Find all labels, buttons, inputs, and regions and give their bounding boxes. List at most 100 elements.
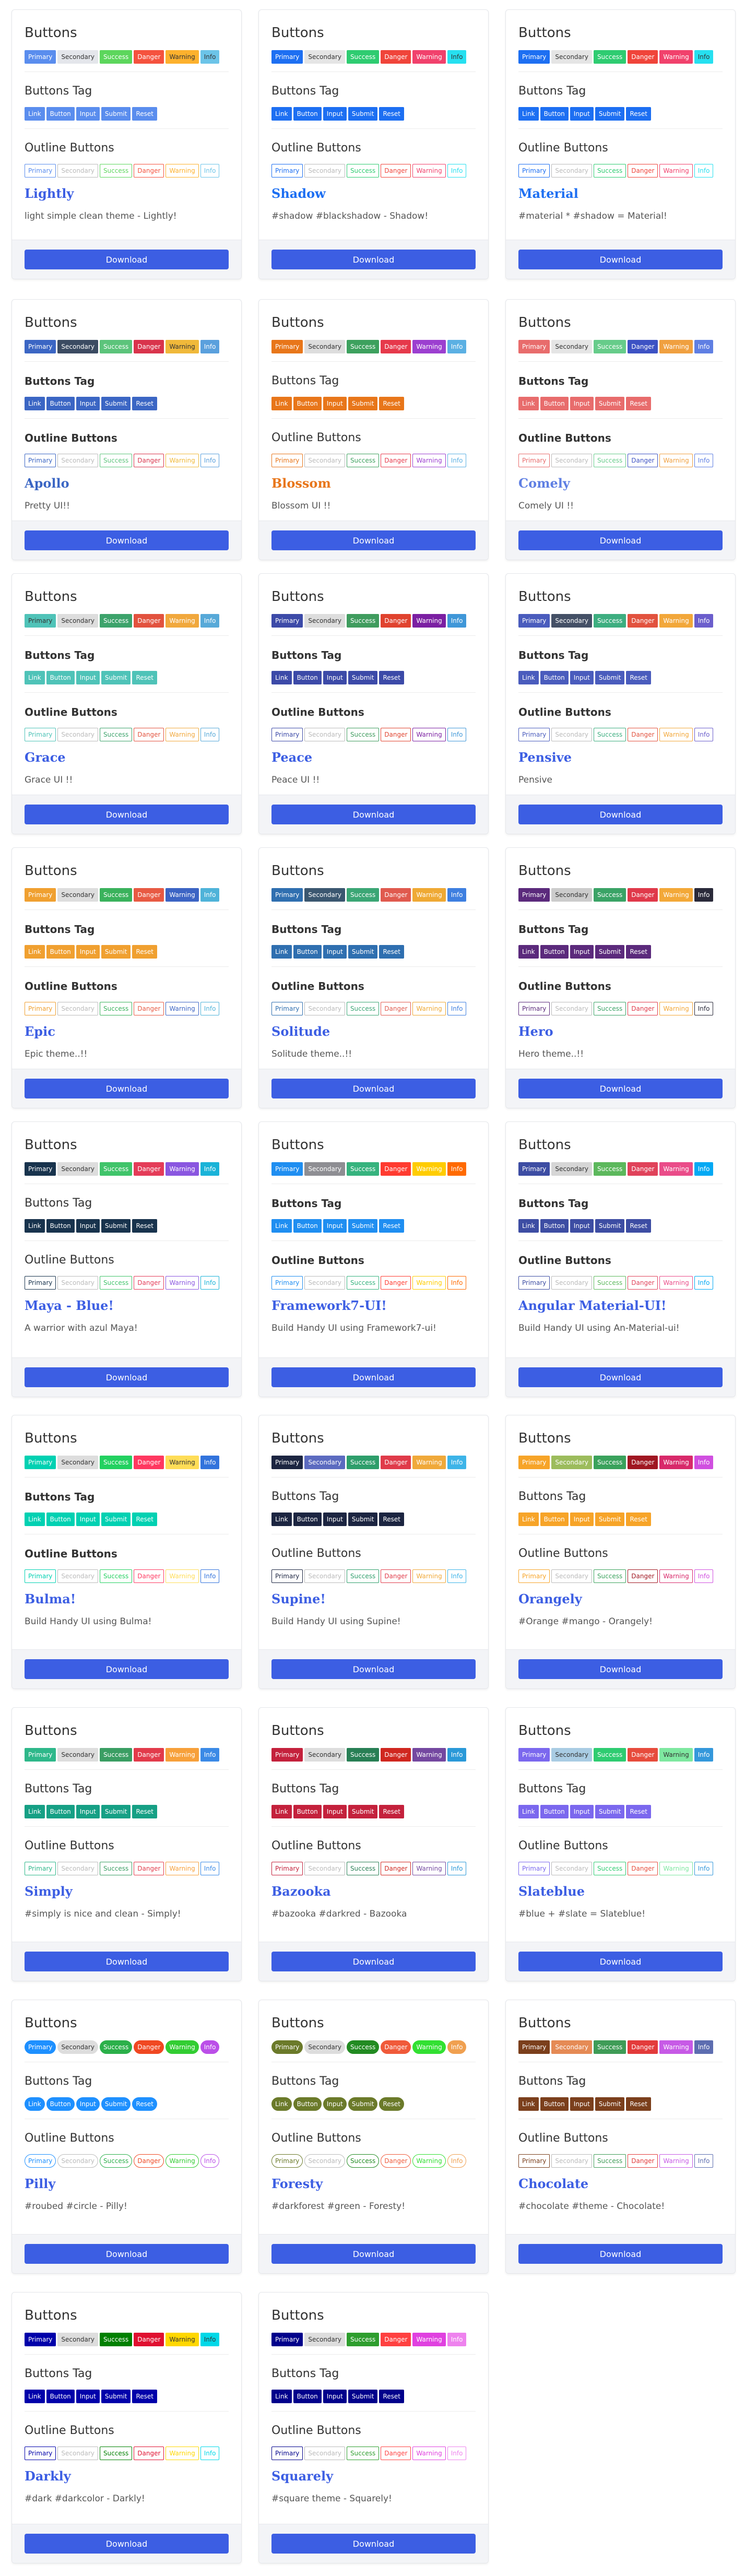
solid-primary-button[interactable]: Primary bbox=[518, 340, 550, 353]
outline-danger-button[interactable]: Danger bbox=[628, 2154, 658, 2168]
tag-link-button[interactable]: Link bbox=[25, 1512, 45, 1526]
solid-secondary-button[interactable]: Secondary bbox=[551, 2040, 592, 2054]
solid-secondary-button[interactable]: Secondary bbox=[551, 340, 592, 353]
download-button[interactable]: Download bbox=[25, 1952, 229, 1971]
outline-danger-button[interactable]: Danger bbox=[628, 1276, 658, 1290]
outline-warning-button[interactable]: Warning bbox=[659, 454, 693, 467]
download-button[interactable]: Download bbox=[518, 530, 723, 550]
solid-info-button[interactable]: Info bbox=[447, 2333, 467, 2346]
outline-info-button[interactable]: Info bbox=[200, 1002, 220, 1015]
outline-secondary-button[interactable]: Secondary bbox=[551, 1002, 592, 1015]
tag-submit-button[interactable]: Submit bbox=[595, 1512, 625, 1526]
solid-info-button[interactable]: Info bbox=[694, 614, 714, 628]
outline-info-button[interactable]: Info bbox=[694, 454, 714, 467]
tag-submit-button[interactable]: Submit bbox=[101, 2390, 131, 2403]
outline-warning-button[interactable]: Warning bbox=[165, 728, 199, 741]
outline-secondary-button[interactable]: Secondary bbox=[304, 454, 345, 467]
solid-primary-button[interactable]: Primary bbox=[25, 2333, 56, 2346]
solid-success-button[interactable]: Success bbox=[593, 888, 626, 902]
solid-success-button[interactable]: Success bbox=[99, 1748, 133, 1762]
tag-submit-button[interactable]: Submit bbox=[101, 1219, 131, 1233]
solid-warning-button[interactable]: Warning bbox=[659, 2040, 693, 2054]
download-button[interactable]: Download bbox=[25, 2244, 229, 2264]
solid-warning-button[interactable]: Warning bbox=[412, 1456, 446, 1469]
solid-danger-button[interactable]: Danger bbox=[381, 2040, 411, 2054]
outline-warning-button[interactable]: Warning bbox=[412, 454, 446, 467]
solid-danger-button[interactable]: Danger bbox=[381, 50, 411, 64]
outline-danger-button[interactable]: Danger bbox=[628, 454, 658, 467]
solid-danger-button[interactable]: Danger bbox=[628, 1456, 658, 1469]
solid-danger-button[interactable]: Danger bbox=[628, 1162, 658, 1176]
tag-input-button[interactable]: Input bbox=[570, 1512, 594, 1526]
tag-reset-button[interactable]: Reset bbox=[379, 397, 404, 410]
outline-primary-button[interactable]: Primary bbox=[25, 1862, 56, 1875]
outline-info-button[interactable]: Info bbox=[200, 728, 220, 741]
tag-button-button[interactable]: Button bbox=[293, 2097, 322, 2111]
outline-secondary-button[interactable]: Secondary bbox=[57, 1862, 98, 1875]
solid-warning-button[interactable]: Warning bbox=[412, 1162, 446, 1176]
outline-success-button[interactable]: Success bbox=[99, 164, 133, 178]
outline-secondary-button[interactable]: Secondary bbox=[304, 1276, 345, 1290]
solid-info-button[interactable]: Info bbox=[447, 1162, 467, 1176]
solid-danger-button[interactable]: Danger bbox=[134, 614, 164, 628]
outline-info-button[interactable]: Info bbox=[447, 164, 467, 178]
tag-submit-button[interactable]: Submit bbox=[101, 945, 131, 959]
tag-link-button[interactable]: Link bbox=[518, 671, 539, 684]
theme-title[interactable]: Hero bbox=[518, 1023, 723, 1040]
solid-info-button[interactable]: Info bbox=[694, 340, 714, 353]
outline-primary-button[interactable]: Primary bbox=[271, 728, 303, 741]
outline-primary-button[interactable]: Primary bbox=[271, 2154, 303, 2168]
outline-primary-button[interactable]: Primary bbox=[518, 1002, 550, 1015]
solid-secondary-button[interactable]: Secondary bbox=[57, 340, 98, 353]
tag-link-button[interactable]: Link bbox=[518, 1512, 539, 1526]
solid-warning-button[interactable]: Warning bbox=[165, 1162, 199, 1176]
solid-warning-button[interactable]: Warning bbox=[412, 614, 446, 628]
outline-warning-button[interactable]: Warning bbox=[412, 728, 446, 741]
tag-button-button[interactable]: Button bbox=[293, 1805, 322, 1818]
outline-primary-button[interactable]: Primary bbox=[25, 1569, 56, 1583]
solid-info-button[interactable]: Info bbox=[447, 50, 467, 64]
solid-danger-button[interactable]: Danger bbox=[381, 2333, 411, 2346]
outline-warning-button[interactable]: Warning bbox=[412, 1569, 446, 1583]
solid-warning-button[interactable]: Warning bbox=[659, 888, 693, 902]
outline-secondary-button[interactable]: Secondary bbox=[57, 1276, 98, 1290]
outline-success-button[interactable]: Success bbox=[346, 2447, 380, 2460]
theme-title[interactable]: Comely bbox=[518, 475, 723, 492]
outline-warning-button[interactable]: Warning bbox=[412, 1002, 446, 1015]
outline-secondary-button[interactable]: Secondary bbox=[57, 1002, 98, 1015]
outline-secondary-button[interactable]: Secondary bbox=[57, 454, 98, 467]
tag-submit-button[interactable]: Submit bbox=[348, 945, 378, 959]
tag-button-button[interactable]: Button bbox=[540, 107, 569, 121]
outline-success-button[interactable]: Success bbox=[593, 1276, 626, 1290]
solid-secondary-button[interactable]: Secondary bbox=[304, 340, 345, 353]
tag-link-button[interactable]: Link bbox=[518, 945, 539, 959]
solid-danger-button[interactable]: Danger bbox=[628, 1748, 658, 1762]
solid-warning-button[interactable]: Warning bbox=[165, 50, 199, 64]
outline-danger-button[interactable]: Danger bbox=[381, 2447, 411, 2460]
outline-primary-button[interactable]: Primary bbox=[25, 164, 56, 178]
solid-danger-button[interactable]: Danger bbox=[134, 1748, 164, 1762]
tag-input-button[interactable]: Input bbox=[323, 671, 347, 684]
solid-info-button[interactable]: Info bbox=[694, 1748, 714, 1762]
solid-secondary-button[interactable]: Secondary bbox=[57, 50, 98, 64]
tag-input-button[interactable]: Input bbox=[76, 2097, 100, 2111]
outline-primary-button[interactable]: Primary bbox=[271, 1862, 303, 1875]
solid-info-button[interactable]: Info bbox=[200, 1162, 220, 1176]
tag-input-button[interactable]: Input bbox=[570, 1219, 594, 1233]
tag-link-button[interactable]: Link bbox=[271, 1219, 292, 1233]
tag-button-button[interactable]: Button bbox=[46, 945, 75, 959]
tag-reset-button[interactable]: Reset bbox=[132, 945, 157, 959]
tag-button-button[interactable]: Button bbox=[540, 1805, 569, 1818]
download-button[interactable]: Download bbox=[518, 1952, 723, 1971]
outline-danger-button[interactable]: Danger bbox=[381, 1862, 411, 1875]
outline-info-button[interactable]: Info bbox=[447, 1862, 467, 1875]
solid-warning-button[interactable]: Warning bbox=[659, 1748, 693, 1762]
outline-primary-button[interactable]: Primary bbox=[271, 454, 303, 467]
solid-info-button[interactable]: Info bbox=[694, 1456, 714, 1469]
outline-info-button[interactable]: Info bbox=[200, 454, 220, 467]
outline-warning-button[interactable]: Warning bbox=[412, 2154, 446, 2168]
solid-primary-button[interactable]: Primary bbox=[25, 340, 56, 353]
theme-title[interactable]: Chocolate bbox=[518, 2176, 723, 2192]
tag-reset-button[interactable]: Reset bbox=[132, 671, 157, 684]
outline-warning-button[interactable]: Warning bbox=[659, 1276, 693, 1290]
